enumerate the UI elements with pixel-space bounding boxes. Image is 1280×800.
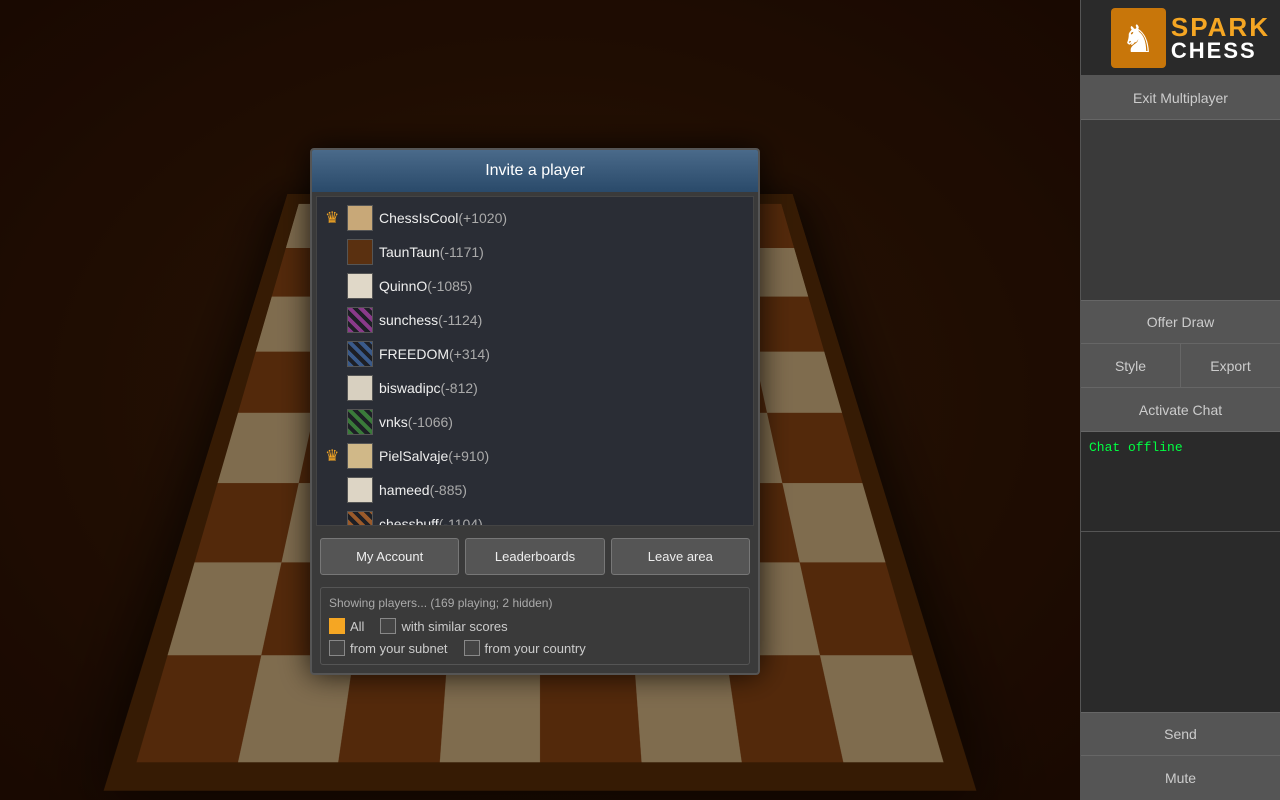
chat-area: Chat offline [1081, 432, 1280, 532]
sidebar: ♞ SPARK CHESS Exit Multiplayer Offer Dra… [1080, 0, 1280, 800]
leave-area-button[interactable]: Leave area [611, 538, 750, 575]
svg-text:♞: ♞ [1121, 19, 1155, 61]
filter-country-checkbox[interactable] [464, 640, 480, 656]
filter-section: Showing players... (169 playing; 2 hidde… [320, 587, 750, 665]
chess-label: CHESS [1171, 40, 1257, 62]
player-score: (-1104) [439, 516, 483, 526]
player-avatar [347, 341, 373, 367]
modal-header: Invite a player [312, 150, 758, 192]
player-avatar [347, 443, 373, 469]
filter-subnet[interactable]: from your subnet [329, 640, 448, 656]
filter-similar-scores[interactable]: with similar scores [380, 618, 507, 634]
player-score: (+314) [449, 346, 490, 362]
spark-label: SPARK [1171, 14, 1270, 40]
player-avatar [347, 375, 373, 401]
activate-chat-button[interactable]: Activate Chat [1081, 388, 1280, 432]
player-name: biswadipc [379, 380, 440, 396]
player-row[interactable]: chessbuff (-1104) [317, 507, 753, 526]
filter-similar-scores-label: with similar scores [401, 619, 507, 634]
filter-similar-scores-checkbox[interactable] [380, 618, 396, 634]
modal-actions: My Account Leaderboards Leave area [312, 530, 758, 583]
player-row[interactable]: ♛ PielSalvaje (+910) [317, 439, 753, 473]
player-name: PielSalvaje [379, 448, 448, 464]
player-avatar [347, 477, 373, 503]
exit-multiplayer-button[interactable]: Exit Multiplayer [1081, 76, 1280, 120]
filter-country-label: from your country [485, 641, 586, 656]
filter-title: Showing players... (169 playing; 2 hidde… [329, 596, 741, 610]
filter-row-2: from your subnet from your country [329, 640, 741, 656]
modal-title: Invite a player [485, 162, 585, 179]
spark-chess-header: ♞ SPARK CHESS [1081, 0, 1280, 76]
crown-icon: ♛ [325, 446, 343, 466]
chat-status: Chat offline [1089, 440, 1183, 455]
player-row[interactable]: sunchess (-1124) [317, 303, 753, 337]
player-avatar [347, 409, 373, 435]
player-name: TaunTaun [379, 244, 440, 260]
player-avatar [347, 307, 373, 333]
player-row[interactable]: vnks (-1066) [317, 405, 753, 439]
player-row[interactable]: FREEDOM (+314) [317, 337, 753, 371]
player-name: chessbuff [379, 516, 439, 526]
spark-chess-logo: ♞ SPARK CHESS [1111, 8, 1270, 68]
player-avatar [347, 273, 373, 299]
modal-overlay: Invite a player ♛ ChessIsCool (+1020) Taun… [0, 0, 1080, 800]
spark-chess-text: SPARK CHESS [1171, 14, 1270, 62]
middle-space [1081, 120, 1280, 300]
crown-icon: ♛ [325, 208, 343, 228]
filter-subnet-label: from your subnet [350, 641, 448, 656]
filter-subnet-checkbox[interactable] [329, 640, 345, 656]
leaderboards-button[interactable]: Leaderboards [465, 538, 604, 575]
player-avatar [347, 205, 373, 231]
player-name: sunchess [379, 312, 438, 328]
player-score: (+910) [448, 448, 489, 464]
player-name: QuinnO [379, 278, 427, 294]
filter-country[interactable]: from your country [464, 640, 586, 656]
player-score: (-1171) [440, 244, 484, 260]
player-row[interactable]: hameed (-885) [317, 473, 753, 507]
player-row[interactable]: TaunTaun (-1171) [317, 235, 753, 269]
player-row[interactable]: ♛ ChessIsCool (+1020) [317, 201, 753, 235]
style-export-row: Style Export [1081, 344, 1280, 388]
filter-all[interactable]: All [329, 618, 364, 634]
player-name: FREEDOM [379, 346, 449, 362]
filter-all-label: All [350, 619, 364, 634]
player-name: hameed [379, 482, 430, 498]
player-name: ChessIsCool [379, 210, 458, 226]
player-score: (-885) [430, 482, 467, 498]
player-score: (+1020) [458, 210, 507, 226]
player-avatar [347, 239, 373, 265]
player-score: (-1085) [427, 278, 472, 294]
horse-icon: ♞ [1111, 8, 1166, 68]
my-account-button[interactable]: My Account [320, 538, 459, 575]
send-button[interactable]: Send [1081, 712, 1280, 756]
invite-modal: Invite a player ♛ ChessIsCool (+1020) Taun… [310, 148, 760, 675]
style-button[interactable]: Style [1081, 344, 1181, 387]
filter-row-1: All with similar scores [329, 618, 741, 634]
players-list[interactable]: ♛ChessIsCool (+1020)TaunTaun (-1171)Quin… [316, 196, 754, 526]
player-avatar [347, 511, 373, 526]
chat-input-area [1081, 532, 1280, 712]
export-button[interactable]: Export [1181, 344, 1280, 387]
filter-all-checkbox[interactable] [329, 618, 345, 634]
player-score: (-1124) [438, 312, 482, 328]
mute-button[interactable]: Mute [1081, 756, 1280, 800]
offer-draw-button[interactable]: Offer Draw [1081, 300, 1280, 344]
player-row[interactable]: biswadipc (-812) [317, 371, 753, 405]
player-score: (-1066) [408, 414, 453, 430]
player-row[interactable]: QuinnO (-1085) [317, 269, 753, 303]
player-name: vnks [379, 414, 408, 430]
player-score: (-812) [440, 380, 477, 396]
